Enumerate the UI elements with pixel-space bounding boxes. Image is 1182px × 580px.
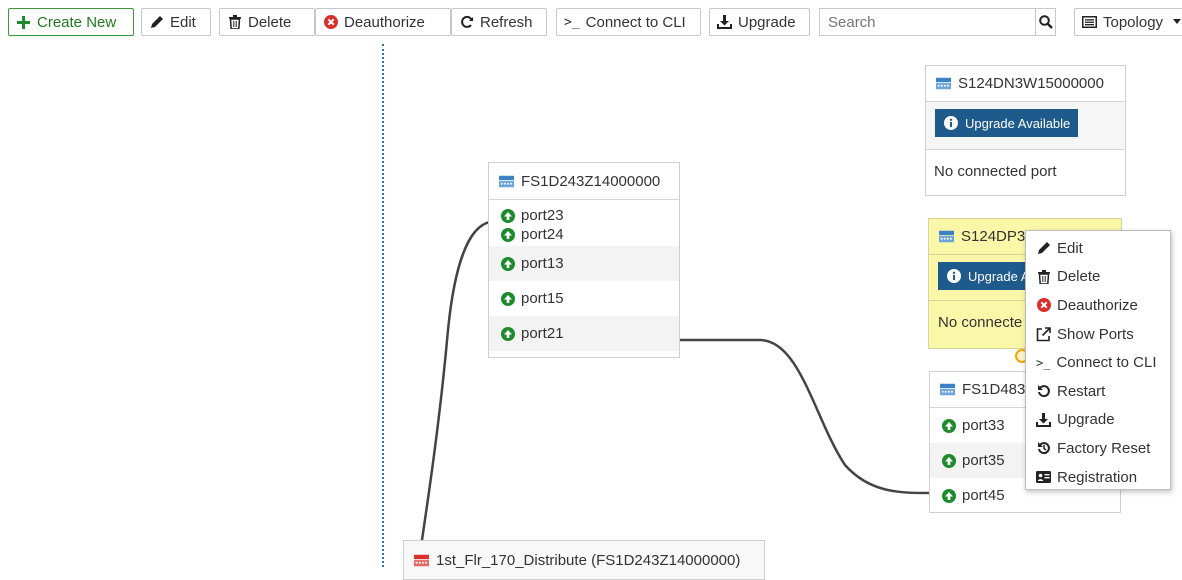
badge-label: Upgrade A [968,268,1030,284]
port-up-icon [941,488,956,503]
menu-item-label: Upgrade [1057,411,1115,429]
menu-item-factory-reset[interactable]: Factory Reset [1026,434,1170,463]
port-label: port15 [521,290,564,307]
restart-icon [1036,384,1051,398]
port-up-icon [500,256,515,271]
port-row-port21[interactable]: port21 [489,316,679,351]
switch-name: S124DN3W15000000 [958,75,1104,92]
switch-name: FS1D243Z14000000 [521,172,661,190]
switch-offline-icon [414,554,429,567]
port-label: port24 [521,226,564,243]
badge-row: Upgrade Available [926,102,1125,150]
menu-item-delete[interactable]: Delete [1026,263,1170,292]
switch-icon [936,77,951,90]
port-up-icon [500,326,515,341]
port-up-icon [500,208,515,223]
port-up-icon [500,227,515,242]
switch-name: FS1D483 [962,381,1026,398]
port-label: port45 [962,487,1005,504]
switch-icon [939,230,954,243]
link-port23-to-distribute [416,220,491,567]
switch-icon [940,383,955,396]
menu-item-label: Edit [1057,239,1083,257]
external-link-icon [1036,326,1051,342]
menu-item-restart[interactable]: Restart [1026,377,1170,406]
port-list: port23 port24 port13 port15 port21 [489,200,679,351]
port-row-port23[interactable]: port23 [489,206,679,225]
menu-item-deauthorize[interactable]: Deauthorize [1026,291,1170,320]
info-icon [946,269,961,283]
port-up-icon [941,453,956,468]
port-label: port35 [962,452,1005,469]
link-port21-to-port45 [680,338,931,495]
switch-icon [499,175,514,188]
port-row-port13[interactable]: port13 [489,246,679,281]
menu-item-label: Show Ports [1057,325,1134,343]
switch-s124dn3w15000000[interactable]: S124DN3W15000000 Upgrade Available No co… [925,65,1126,196]
registration-icon [1036,471,1051,484]
context-menu: Edit Delete Deauthorize Show Ports >_ Co… [1025,230,1171,490]
port-up-icon [941,418,956,433]
factory-reset-icon [1036,441,1051,455]
deauthorize-icon [1036,298,1051,313]
upgrade-icon [1036,412,1051,427]
menu-item-label: Connect to CLI [1056,354,1157,372]
switch-header: FS1D243Z14000000 [489,163,679,200]
terminal-icon: >_ [1036,355,1051,370]
port-row-port15[interactable]: port15 [489,281,679,316]
switch-header: S124DN3W15000000 [926,66,1125,102]
menu-item-label: Factory Reset [1057,439,1151,457]
switch-fs1d243z14000000[interactable]: FS1D243Z14000000 port23 port24 port13 po… [488,162,680,358]
info-icon [943,116,958,130]
menu-item-show-ports[interactable]: Show Ports [1026,320,1170,349]
port-up-icon [500,291,515,306]
menu-item-registration[interactable]: Registration [1026,463,1170,492]
port-label: port21 [521,325,564,342]
port-label: port23 [521,207,564,224]
menu-item-edit[interactable]: Edit [1026,234,1170,263]
switch-status: No connected port [934,163,1057,180]
menu-item-label: Restart [1057,382,1106,400]
pencil-icon [1036,241,1051,255]
port-label: port13 [521,255,564,272]
switch-name: S124DP3 [961,228,1026,245]
menu-item-label: Deauthorize [1057,296,1138,314]
menu-item-connect-to-cli[interactable]: >_ Connect to CLI [1026,348,1170,377]
switch-1st-flr-170-distribute[interactable]: 1st_Flr_170_Distribute (FS1D243Z14000000… [403,540,765,580]
port-label: port33 [962,417,1005,434]
menu-item-upgrade[interactable]: Upgrade [1026,406,1170,435]
trash-icon [1036,269,1051,284]
port-row-port24[interactable]: port24 [489,225,679,244]
badge-label: Upgrade Available [965,115,1071,131]
switch-name: 1st_Flr_170_Distribute (FS1D243Z14000000… [436,551,741,569]
upgrade-available-badge[interactable]: Upgrade Available [935,109,1079,137]
menu-item-label: Registration [1057,468,1138,486]
menu-item-label: Delete [1057,268,1101,286]
upgrade-available-badge[interactable]: Upgrade A [938,262,1038,290]
